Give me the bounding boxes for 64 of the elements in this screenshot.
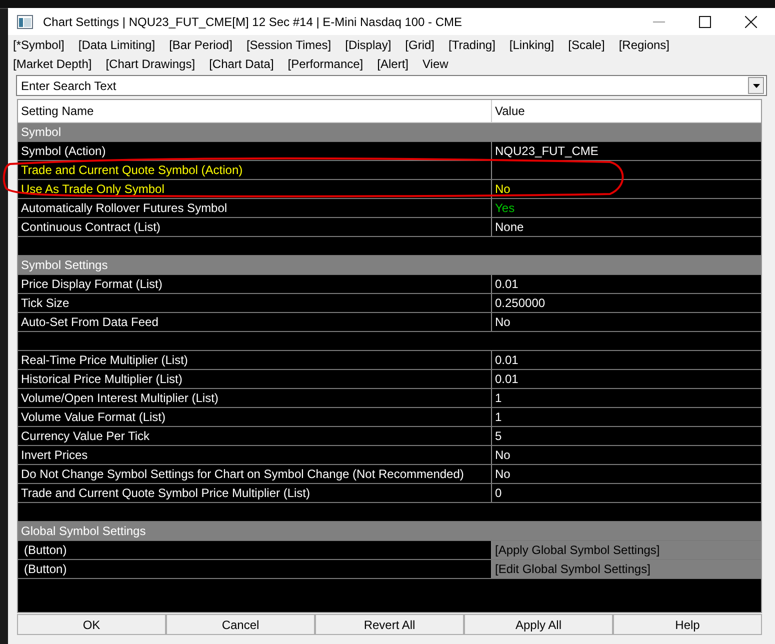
close-icon[interactable]	[745, 16, 757, 28]
settings-tab[interactable]: [Session Times]	[246, 36, 332, 55]
dialog-button[interactable]: OK	[17, 614, 166, 635]
settings-tab[interactable]: [Linking]	[509, 36, 554, 55]
dialog-button[interactable]: Cancel	[166, 614, 315, 635]
settings-tab[interactable]: View	[422, 55, 448, 74]
settings-tab[interactable]: [Chart Data]	[209, 55, 274, 74]
setting-value[interactable]: 0.01	[492, 351, 761, 369]
setting-name[interactable]: Auto-Set From Data Feed	[18, 313, 492, 331]
setting-value[interactable]: 0.01	[492, 275, 761, 293]
group-header[interactable]: Global Symbol Settings	[18, 522, 146, 540]
setting-value[interactable]: No	[492, 465, 761, 483]
setting-value[interactable]: 0.250000	[492, 294, 761, 312]
settings-tab[interactable]: [Bar Period]	[169, 36, 232, 55]
setting-value[interactable]: 1	[492, 389, 761, 407]
setting-name[interactable]: Price Display Format (List)	[18, 275, 492, 293]
settings-tab[interactable]: [Grid]	[405, 36, 434, 55]
setting-value[interactable]: NQU23_FUT_CME	[492, 142, 761, 160]
setting-value[interactable]: 1	[492, 408, 761, 426]
dialog-button[interactable]: Help	[613, 614, 762, 635]
column-header[interactable]: Setting Name	[18, 100, 492, 122]
action-button[interactable]: [Edit Global Symbol Settings]	[492, 560, 761, 578]
settings-tab[interactable]: [*Symbol]	[13, 36, 64, 55]
dialog-button[interactable]: Apply All	[464, 614, 613, 635]
setting-name[interactable]: Invert Prices	[18, 446, 492, 464]
app-icon	[17, 14, 33, 28]
setting-name[interactable]: Volume/Open Interest Multiplier (List)	[18, 389, 492, 407]
dialog-button[interactable]: Revert All	[315, 614, 464, 635]
setting-value[interactable]: No	[492, 446, 761, 464]
setting-name[interactable]: Tick Size	[18, 294, 492, 312]
setting-name[interactable]: Continuous Contract (List)	[18, 218, 492, 236]
setting-name[interactable]: Trade and Current Quote Symbol Price Multiplier (List)	[18, 484, 492, 502]
setting-value[interactable]: No	[492, 313, 761, 331]
column-header[interactable]: Value	[492, 100, 761, 122]
setting-name[interactable]: Symbol (Action)	[18, 142, 492, 160]
settings-tab[interactable]: [Market Depth]	[13, 55, 92, 74]
settings-tab[interactable]: [Performance]	[288, 55, 364, 74]
setting-value[interactable]: 5	[492, 427, 761, 445]
settings-tab[interactable]: [Regions]	[618, 36, 670, 55]
setting-value[interactable]: None	[492, 218, 761, 236]
settings-tab[interactable]: [Chart Drawings]	[106, 55, 196, 74]
settings-tab[interactable]: [Scale]	[568, 36, 605, 55]
setting-value[interactable]: 0.01	[492, 370, 761, 388]
setting-name[interactable]: Use As Trade Only Symbol	[18, 180, 492, 198]
setting-value[interactable]: No	[492, 180, 761, 198]
setting-value[interactable]: Yes	[492, 199, 761, 217]
setting-name[interactable]: Currency Value Per Tick	[18, 427, 492, 445]
window-title: Chart Settings | NQU23_FUT_CME[M] 12 Sec #14 | E-Mini Nasdaq 100 - CME	[43, 14, 464, 28]
group-header[interactable]: Symbol	[18, 123, 62, 141]
setting-name[interactable]: Do Not Change Symbol Settings for Chart on Symbol Change (Not Recommended)	[18, 465, 492, 483]
settings-tab[interactable]: [Data Limiting]	[78, 36, 156, 55]
setting-name[interactable]: Trade and Current Quote Symbol (Action)	[18, 161, 492, 179]
search-field[interactable]: Enter Search Text	[16, 75, 767, 96]
group-header[interactable]: Symbol Settings	[18, 256, 108, 274]
maximize-icon[interactable]	[699, 16, 711, 28]
settings-tab[interactable]: [Display]	[345, 36, 392, 55]
setting-name[interactable]: Automatically Rollover Futures Symbol	[18, 199, 492, 217]
setting-name[interactable]: Volume Value Format (List)	[18, 408, 492, 426]
setting-value[interactable]: 0	[492, 484, 761, 502]
action-button[interactable]: [Apply Global Symbol Settings]	[492, 541, 761, 559]
setting-name[interactable]: Real-Time Price Multiplier (List)	[18, 351, 492, 369]
settings-tab[interactable]: [Alert]	[377, 55, 408, 74]
settings-tab[interactable]: [Trading]	[448, 36, 496, 55]
setting-name[interactable]: Historical Price Multiplier (List)	[18, 370, 492, 388]
